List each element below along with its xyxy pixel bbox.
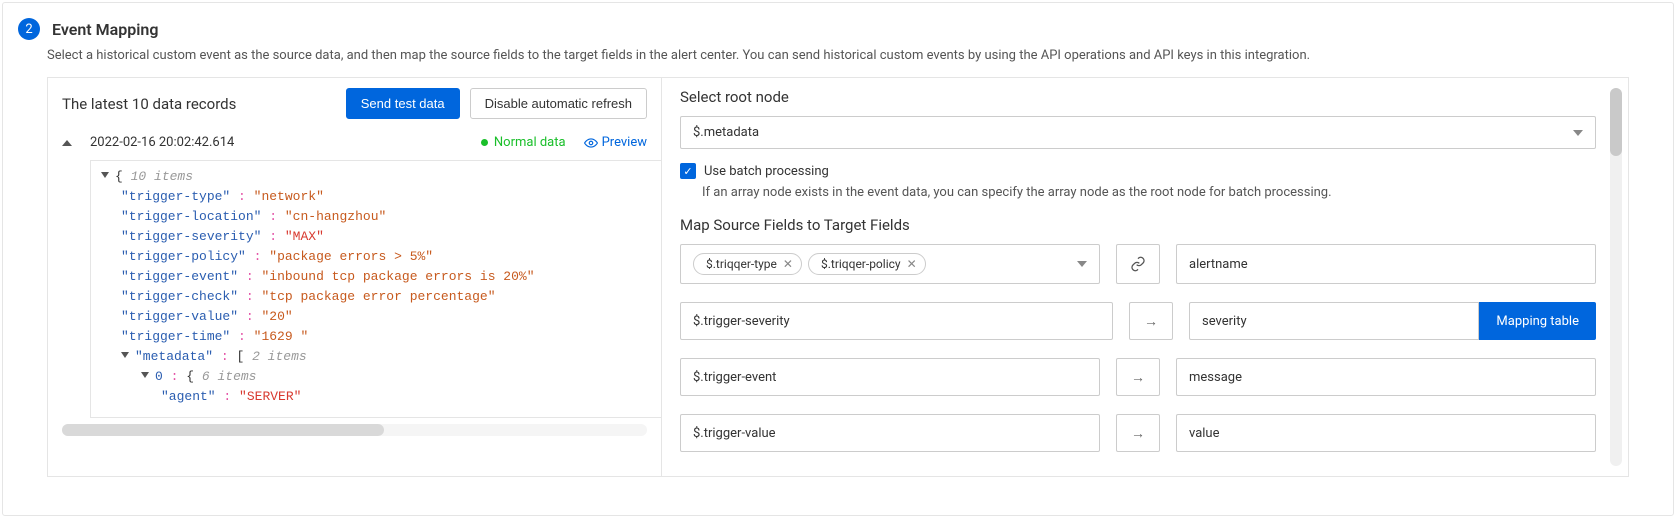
json-value: "tcp package error percentage" bbox=[261, 289, 495, 304]
batch-processing-label: Use batch processing bbox=[704, 164, 829, 179]
arrow-right-icon: → bbox=[1144, 313, 1158, 330]
source-field-input[interactable]: $.trigger-severity bbox=[680, 302, 1113, 340]
mapping-row: $.triqqer-type ✕ $.triqqer-policy ✕ aler… bbox=[680, 244, 1596, 284]
right-pane: Select root node $.metadata ✓ Use batch … bbox=[662, 78, 1628, 476]
record-row[interactable]: 2022-02-16 20:02:42.614 Normal data Prev… bbox=[48, 129, 661, 160]
tree-toggle-icon[interactable] bbox=[101, 172, 109, 178]
section-title: Event Mapping bbox=[52, 20, 158, 39]
mapping-row: $.trigger-event → message bbox=[680, 358, 1596, 396]
tree-toggle-icon[interactable] bbox=[121, 352, 129, 358]
tag-remove-icon[interactable]: ✕ bbox=[783, 257, 793, 271]
expand-caret-icon[interactable] bbox=[62, 140, 72, 146]
source-field-multiselect[interactable]: $.triqqer-type ✕ $.triqqer-policy ✕ bbox=[680, 244, 1100, 284]
source-field-input[interactable]: $.trigger-event bbox=[680, 358, 1100, 396]
status-dot-icon bbox=[481, 139, 488, 146]
json-value: "SERVER" bbox=[239, 389, 301, 404]
json-value: "1629 " bbox=[254, 329, 309, 344]
left-pane-header: The latest 10 data records Send test dat… bbox=[48, 78, 661, 129]
json-key: "trigger-check" bbox=[121, 289, 238, 304]
target-field-input[interactable]: severity bbox=[1189, 302, 1479, 340]
latest-records-title: The latest 10 data records bbox=[62, 95, 336, 113]
root-node-title: Select root node bbox=[680, 88, 1596, 106]
json-value: "inbound tcp package errors is 20%" bbox=[261, 269, 534, 284]
json-key: "agent" bbox=[161, 389, 216, 404]
mapping-table-button[interactable]: Mapping table bbox=[1479, 302, 1596, 340]
json-bracket: { bbox=[186, 369, 194, 384]
source-value: $.trigger-event bbox=[693, 370, 776, 385]
json-meta: 10 items bbox=[131, 169, 193, 184]
status-normal: Normal data bbox=[481, 135, 566, 150]
mapping-row: $.trigger-severity → severity Mapping ta… bbox=[680, 302, 1596, 340]
json-value: "network" bbox=[254, 189, 324, 204]
source-value: $.trigger-severity bbox=[693, 314, 790, 329]
json-value: "MAX" bbox=[285, 229, 324, 244]
source-field-input[interactable]: $.trigger-value bbox=[680, 414, 1100, 452]
target-value: value bbox=[1189, 426, 1220, 441]
status-label: Normal data bbox=[494, 135, 566, 150]
chevron-down-icon bbox=[1077, 261, 1087, 267]
json-meta: 2 items bbox=[252, 349, 307, 364]
json-key: 0 bbox=[155, 369, 163, 384]
link-icon bbox=[1130, 256, 1146, 272]
link-operator-box[interactable] bbox=[1116, 244, 1160, 284]
arrow-operator-box[interactable]: → bbox=[1116, 358, 1160, 396]
arrow-operator-box[interactable]: → bbox=[1116, 414, 1160, 452]
source-tag: $.triqqer-policy ✕ bbox=[808, 253, 926, 275]
preview-link[interactable]: Preview bbox=[584, 135, 647, 150]
tree-toggle-icon[interactable] bbox=[141, 372, 149, 378]
json-key: "trigger-event" bbox=[121, 269, 238, 284]
target-value: message bbox=[1189, 370, 1242, 385]
eye-icon bbox=[584, 136, 598, 150]
left-pane: The latest 10 data records Send test dat… bbox=[48, 78, 662, 476]
tag-label: $.triqqer-type bbox=[706, 257, 777, 271]
tag-label: $.triqqer-policy bbox=[821, 257, 901, 271]
vertical-scrollbar[interactable] bbox=[1610, 88, 1622, 466]
horizontal-scrollbar[interactable] bbox=[62, 424, 647, 436]
send-test-data-button[interactable]: Send test data bbox=[346, 88, 460, 119]
event-mapping-section: 2 Event Mapping Select a historical cust… bbox=[2, 2, 1674, 516]
scrollbar-thumb[interactable] bbox=[1610, 88, 1622, 156]
json-value: "package errors > 5%" bbox=[269, 249, 433, 264]
json-meta: 6 items bbox=[202, 369, 257, 384]
target-field-input[interactable]: value bbox=[1176, 414, 1596, 452]
record-timestamp: 2022-02-16 20:02:42.614 bbox=[90, 135, 234, 150]
source-tag: $.triqqer-type ✕ bbox=[693, 253, 802, 275]
json-value: "cn-hangzhou" bbox=[285, 209, 386, 224]
map-fields-title: Map Source Fields to Target Fields bbox=[680, 216, 1596, 234]
json-bracket: [ bbox=[236, 349, 244, 364]
json-key: "trigger-severity" bbox=[121, 229, 261, 244]
json-key: "trigger-value" bbox=[121, 309, 238, 324]
json-viewer[interactable]: { 10 items "trigger-type" : "network" "t… bbox=[90, 160, 661, 418]
mapping-row: $.trigger-value → value bbox=[680, 414, 1596, 452]
preview-label: Preview bbox=[602, 135, 647, 150]
batch-processing-checkbox[interactable]: ✓ bbox=[680, 163, 696, 179]
json-key: "trigger-location" bbox=[121, 209, 261, 224]
section-header: 2 Event Mapping bbox=[3, 3, 1673, 48]
target-field-input[interactable]: message bbox=[1176, 358, 1596, 396]
batch-processing-hint: If an array node exists in the event dat… bbox=[702, 185, 1596, 200]
root-node-value: $.metadata bbox=[693, 125, 759, 140]
step-badge: 2 bbox=[18, 18, 40, 40]
scrollbar-thumb[interactable] bbox=[62, 424, 384, 436]
target-field-input[interactable]: alertname bbox=[1176, 244, 1596, 284]
source-value: $.trigger-value bbox=[693, 426, 776, 441]
json-value: "20" bbox=[261, 309, 292, 324]
section-description: Select a historical custom event as the … bbox=[3, 48, 1673, 77]
tag-remove-icon[interactable]: ✕ bbox=[907, 257, 917, 271]
chevron-down-icon bbox=[1573, 130, 1583, 136]
arrow-right-icon: → bbox=[1131, 369, 1145, 386]
disable-auto-refresh-button[interactable]: Disable automatic refresh bbox=[470, 88, 647, 119]
arrow-operator-box[interactable]: → bbox=[1129, 302, 1173, 340]
batch-processing-checkbox-row: ✓ Use batch processing bbox=[680, 163, 1596, 179]
main-content: The latest 10 data records Send test dat… bbox=[47, 77, 1629, 477]
target-value: alertname bbox=[1189, 257, 1248, 272]
json-key: "metadata" bbox=[135, 349, 213, 364]
json-key: "trigger-time" bbox=[121, 329, 230, 344]
arrow-right-icon: → bbox=[1131, 425, 1145, 442]
target-value: severity bbox=[1202, 314, 1247, 329]
json-key: "trigger-type" bbox=[121, 189, 230, 204]
root-node-select[interactable]: $.metadata bbox=[680, 116, 1596, 149]
json-key: "trigger-policy" bbox=[121, 249, 246, 264]
